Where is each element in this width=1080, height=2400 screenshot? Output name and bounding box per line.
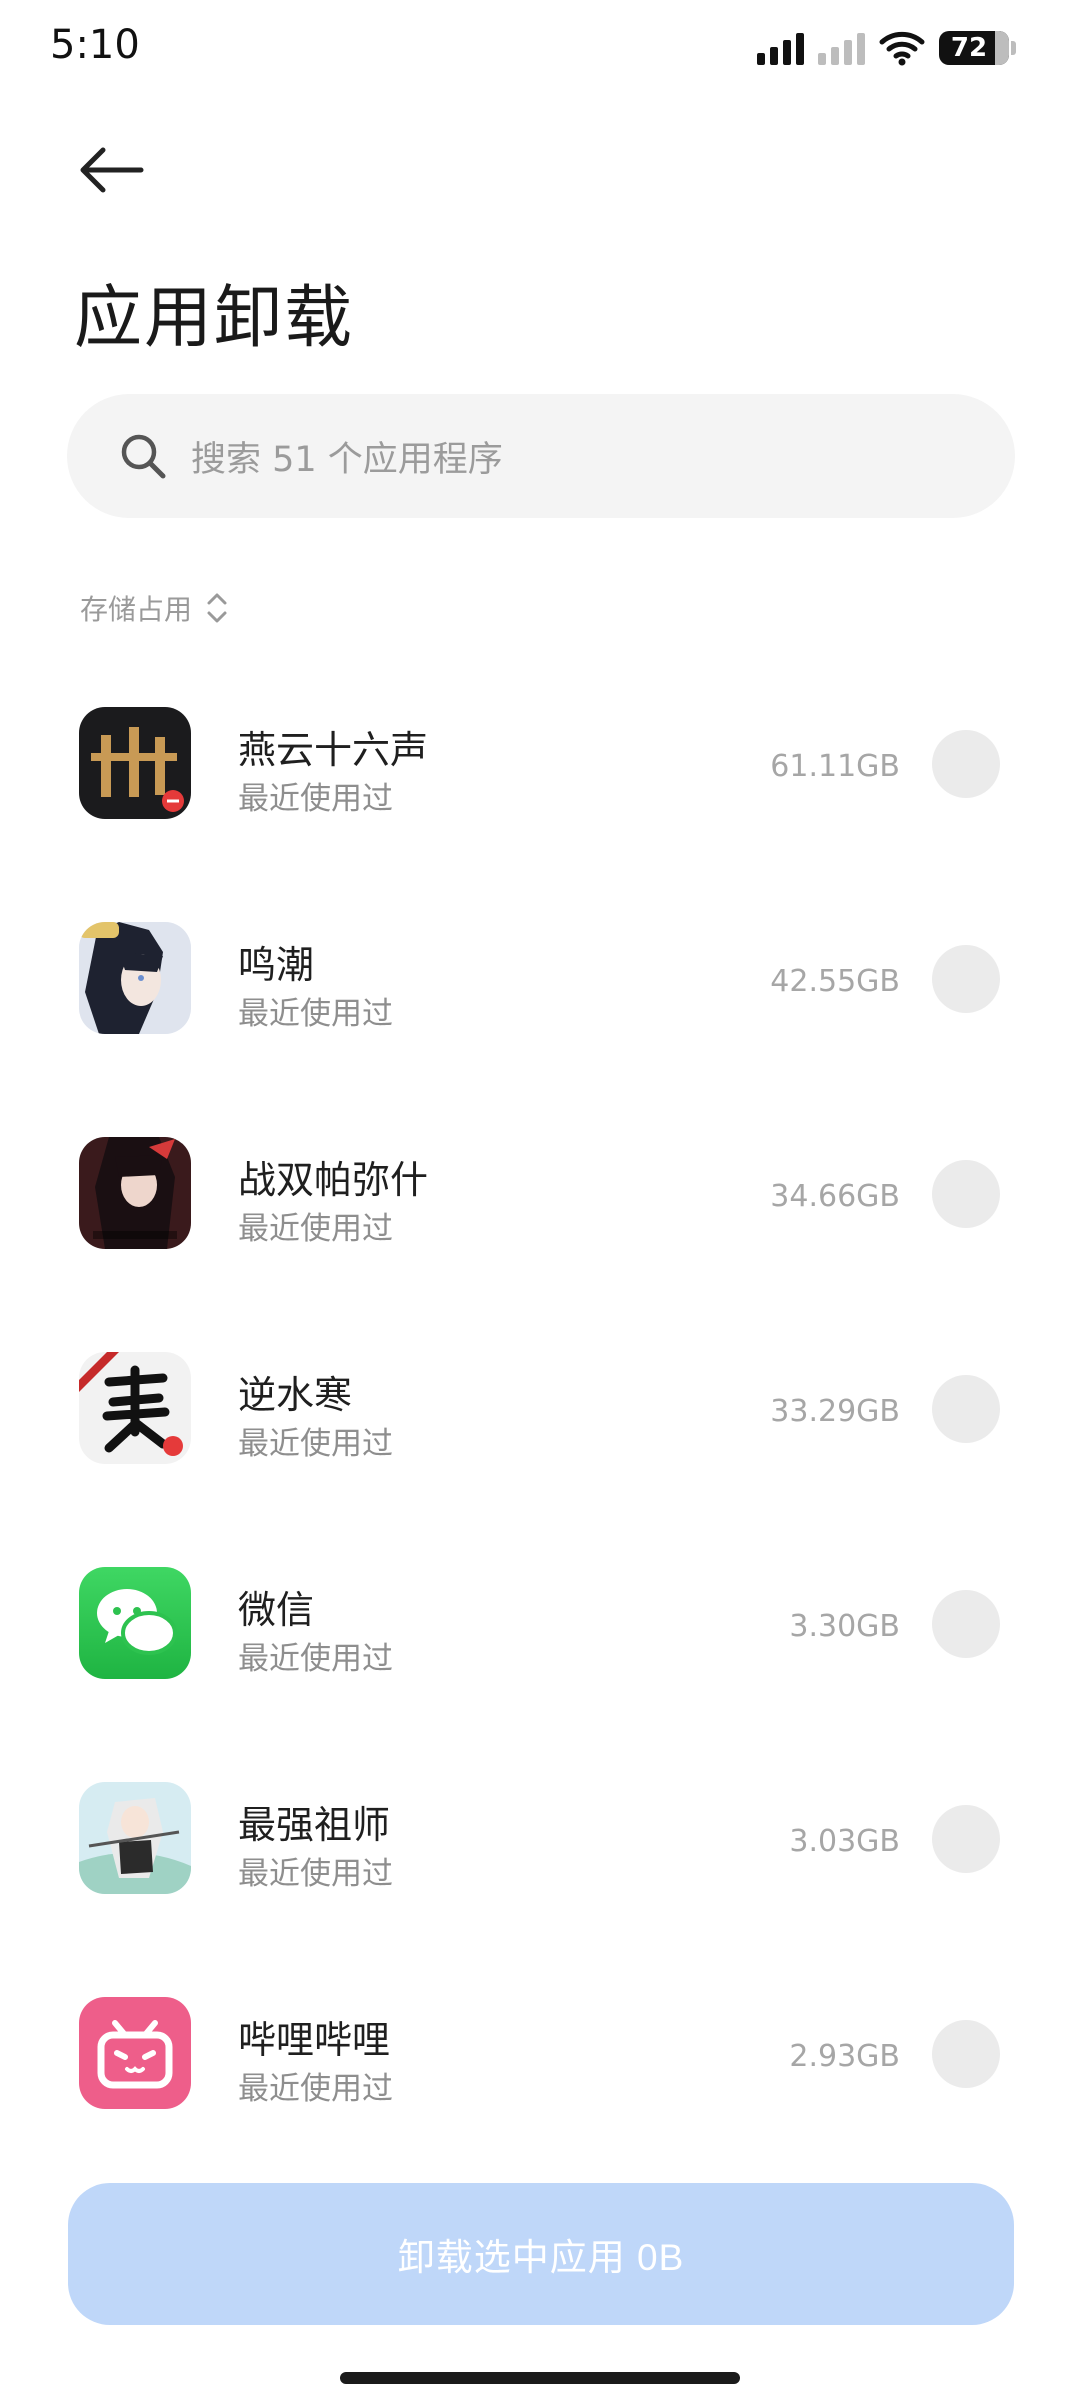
search-placeholder: 搜索 51 个应用程序 bbox=[191, 439, 503, 480]
yanyun-app-icon bbox=[79, 707, 191, 819]
app-name: 鸣潮 bbox=[238, 943, 315, 987]
punishing-app-icon bbox=[79, 1137, 191, 1249]
wechat-app-icon bbox=[79, 1567, 191, 1679]
app-size: 3.03GB bbox=[789, 1824, 900, 1859]
select-checkbox[interactable] bbox=[932, 730, 1000, 798]
list-item[interactable]: 哔哩哔哩 最近使用过 2.93GB bbox=[0, 1957, 1080, 2172]
app-size: 2.93GB bbox=[789, 2039, 900, 2074]
app-name: 最强祖师 bbox=[238, 1803, 391, 1847]
select-checkbox[interactable] bbox=[932, 1805, 1000, 1873]
list-item[interactable]: 微信 最近使用过 3.30GB bbox=[0, 1527, 1080, 1742]
uninstall-selected-button[interactable]: 卸载选中应用 0B bbox=[68, 2183, 1014, 2325]
search-input[interactable]: 搜索 51 个应用程序 bbox=[67, 394, 1015, 518]
app-size: 3.30GB bbox=[789, 1609, 900, 1644]
list-item[interactable]: 逆水寒 最近使用过 33.29GB bbox=[0, 1312, 1080, 1527]
app-size: 33.29GB bbox=[770, 1394, 900, 1429]
app-name: 哔哩哔哩 bbox=[238, 2018, 391, 2062]
uninstall-button-label: 卸载选中应用 0B bbox=[397, 2237, 685, 2278]
select-checkbox[interactable] bbox=[932, 945, 1000, 1013]
list-item[interactable]: 最强祖师 最近使用过 3.03GB bbox=[0, 1742, 1080, 1957]
nishuihan-app-icon bbox=[79, 1352, 191, 1464]
wuthering-waves-app-icon bbox=[79, 922, 191, 1034]
search-icon bbox=[121, 434, 166, 479]
app-name: 逆水寒 bbox=[238, 1373, 353, 1417]
status-icons: 72 bbox=[757, 26, 1016, 70]
select-checkbox[interactable] bbox=[932, 1590, 1000, 1658]
back-button[interactable] bbox=[70, 130, 150, 210]
arrow-left-icon bbox=[80, 147, 144, 193]
app-size: 61.11GB bbox=[770, 749, 900, 784]
status-time: 5:10 bbox=[50, 22, 140, 68]
select-checkbox[interactable] bbox=[932, 1160, 1000, 1228]
home-indicator[interactable] bbox=[340, 2372, 740, 2384]
zuishi-app-icon bbox=[79, 1782, 191, 1894]
page-title: 应用卸载 bbox=[74, 279, 355, 358]
sort-label: 存储占用 bbox=[80, 593, 193, 626]
app-list: 燕云十六声 最近使用过 61.11GB 鸣潮 最近使用过 42.55GB 战双帕… bbox=[0, 667, 1080, 2172]
select-checkbox[interactable] bbox=[932, 1375, 1000, 1443]
app-subtitle: 最近使用过 bbox=[238, 996, 393, 1032]
select-checkbox[interactable] bbox=[932, 2020, 1000, 2088]
app-size: 42.55GB bbox=[770, 964, 900, 999]
status-bar: 5:10 72 bbox=[0, 0, 1080, 100]
wifi-icon bbox=[879, 31, 925, 66]
battery-icon: 72 bbox=[939, 31, 1016, 65]
app-name: 燕云十六声 bbox=[238, 728, 429, 772]
battery-level: 72 bbox=[950, 33, 988, 63]
list-item[interactable]: 战双帕弥什 最近使用过 34.66GB bbox=[0, 1097, 1080, 1312]
app-size: 34.66GB bbox=[770, 1179, 900, 1214]
app-subtitle: 最近使用过 bbox=[238, 781, 393, 817]
app-subtitle: 最近使用过 bbox=[238, 1211, 393, 1247]
app-name: 战双帕弥什 bbox=[238, 1158, 429, 1202]
app-subtitle: 最近使用过 bbox=[238, 1426, 393, 1462]
signal-icon bbox=[757, 31, 804, 65]
sort-selector[interactable]: 存储占用 bbox=[80, 588, 228, 628]
app-subtitle: 最近使用过 bbox=[238, 2071, 393, 2107]
app-name: 微信 bbox=[238, 1588, 315, 1632]
bilibili-app-icon bbox=[79, 1997, 191, 2109]
signal-weak-icon bbox=[818, 31, 865, 65]
list-item[interactable]: 燕云十六声 最近使用过 61.11GB bbox=[0, 667, 1080, 882]
app-subtitle: 最近使用过 bbox=[238, 1641, 393, 1677]
list-item[interactable]: 鸣潮 最近使用过 42.55GB bbox=[0, 882, 1080, 1097]
sort-chevrons-icon bbox=[207, 593, 227, 623]
app-subtitle: 最近使用过 bbox=[238, 1856, 393, 1892]
